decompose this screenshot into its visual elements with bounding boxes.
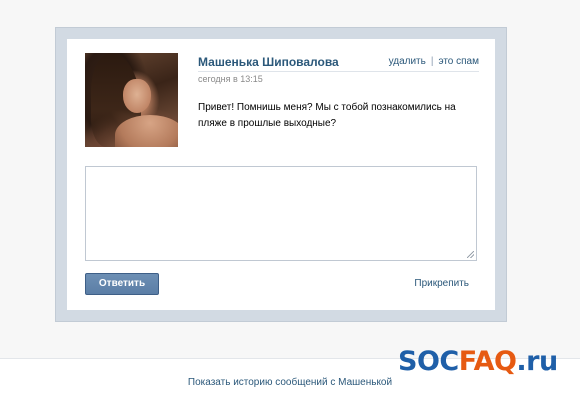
avatar-shoulder: [115, 115, 178, 147]
watermark-part-faq: FAQ: [458, 346, 517, 377]
watermark-part-ru: .ru: [516, 346, 558, 377]
spam-link[interactable]: это спам: [438, 56, 479, 67]
message-text: Привет! Помнишь меня? Мы с тобой познако…: [198, 102, 456, 129]
avatar-face: [123, 79, 151, 113]
message-frame: Машенька Шиповалова удалить | это спам сег…: [55, 27, 507, 322]
message-actions: удалить | это спам: [389, 56, 479, 67]
header-divider: [198, 71, 479, 72]
watermark-logo: SOCFAQ.ru: [398, 346, 558, 377]
attach-link[interactable]: Прикрепить: [414, 278, 469, 289]
reply-button[interactable]: Ответить: [85, 273, 159, 295]
actions-separator: |: [430, 56, 434, 67]
watermark-part-soc: SOC: [398, 346, 459, 377]
sender-avatar[interactable]: [85, 53, 178, 147]
delete-link[interactable]: удалить: [389, 56, 426, 67]
page: Машенька Шиповалова удалить | это спам сег…: [0, 0, 580, 414]
reply-textarea[interactable]: [85, 166, 477, 261]
message-card: Машенька Шиповалова удалить | это спам сег…: [67, 39, 495, 310]
message-timestamp: сегодня в 13:15: [198, 74, 263, 84]
sender-name[interactable]: Машенька Шиповалова: [198, 55, 339, 69]
message-history-link[interactable]: Показать историю сообщений с Машенькой: [0, 377, 580, 388]
